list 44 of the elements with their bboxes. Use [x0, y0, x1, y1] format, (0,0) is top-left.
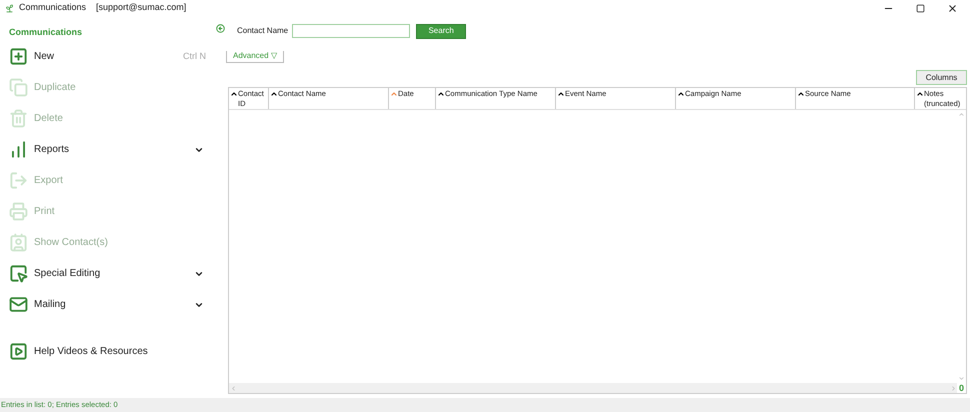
- collapse-icon[interactable]: [216, 24, 225, 32]
- app-logo-icon: [5, 4, 14, 12]
- sort-caret-icon: [797, 90, 805, 98]
- copy-icon: [9, 78, 28, 97]
- contact-card-icon: [9, 233, 28, 252]
- bar-chart-icon: [9, 140, 28, 159]
- counter-label: 0: [956, 383, 966, 393]
- sort-caret-icon: [677, 90, 685, 98]
- close-button[interactable]: [947, 2, 958, 14]
- search-button[interactable]: Search: [416, 24, 466, 38]
- account-label: [support@sumac.com]: [96, 1, 186, 14]
- columns-button[interactable]: Columns: [916, 70, 967, 85]
- sidebar-item[interactable]: Special Editing: [0, 258, 212, 289]
- sidebar-item[interactable]: Mailing: [0, 289, 212, 320]
- contact-name-field[interactable]: [292, 24, 410, 38]
- video-icon: [9, 342, 28, 361]
- window-title: Communications: [19, 1, 86, 14]
- close-icon: [947, 2, 958, 14]
- cursor-square-icon: [9, 264, 28, 283]
- field-label: Contact Name: [237, 25, 288, 37]
- plus-square-icon: [9, 47, 28, 66]
- sidebar-title: Communications: [8, 26, 84, 38]
- sort-caret-icon: [390, 90, 398, 98]
- scroll-down-icon: [958, 375, 964, 382]
- sort-caret-icon: [437, 90, 445, 98]
- maximize-button[interactable]: [916, 4, 925, 12]
- advanced-toggle[interactable]: Advanced ▽: [226, 50, 284, 62]
- sidebar-item[interactable]: New Ctrl N: [0, 41, 212, 72]
- mail-icon: [9, 295, 28, 314]
- shortcut-label: Ctrl N: [183, 50, 206, 63]
- trash-icon: [9, 109, 28, 128]
- sort-caret-icon: [270, 90, 278, 98]
- sort-caret-icon: [916, 90, 924, 98]
- scroll-right-icon: [950, 384, 957, 392]
- horizontal-scrollbar[interactable]: 0: [229, 383, 966, 393]
- sort-caret-icon: [557, 90, 565, 98]
- maximize-icon: [916, 4, 925, 12]
- printer-icon: [9, 202, 28, 221]
- sidebar-item[interactable]: Help Videos & Resources: [0, 336, 212, 367]
- sidebar-item[interactable]: Reports: [0, 134, 212, 165]
- sort-caret-icon: [230, 90, 238, 98]
- export-icon: [9, 171, 28, 190]
- scroll-up-icon: [958, 111, 964, 118]
- scroll-left-icon: [230, 384, 237, 392]
